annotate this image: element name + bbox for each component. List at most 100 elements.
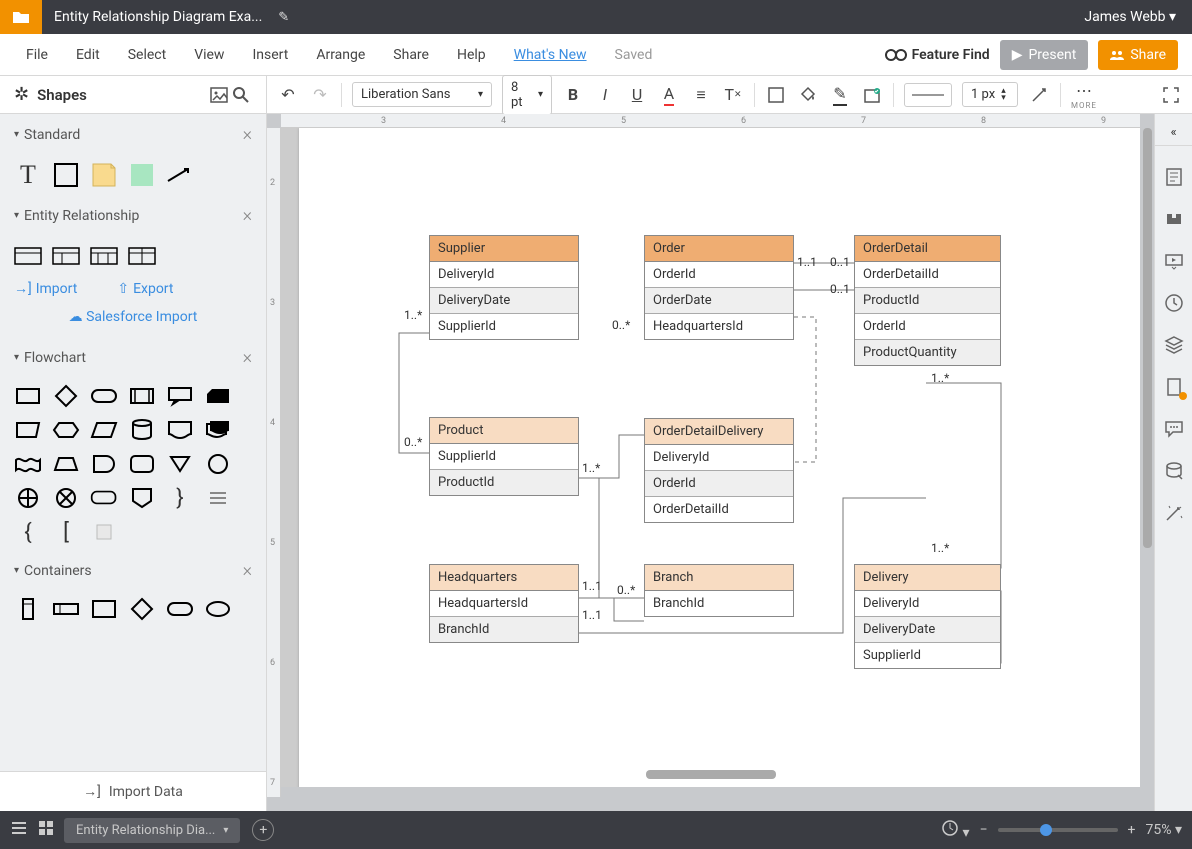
panel-er[interactable]: ▾Entity Relationship× (0, 195, 266, 236)
flow-sum[interactable] (14, 486, 42, 510)
flow-card[interactable] (204, 384, 232, 408)
zoom-in[interactable]: + (1128, 822, 1136, 838)
er-shape-2[interactable] (52, 244, 80, 268)
flow-d[interactable] (90, 452, 118, 476)
menu-file[interactable]: File (14, 41, 60, 69)
er-shape-3[interactable] (90, 244, 118, 268)
stroke-color-icon[interactable]: ✎ (829, 84, 851, 106)
clear-format-icon[interactable]: T✕ (722, 84, 744, 106)
canvas-area[interactable]: 3456789 234567 Supp (267, 114, 1154, 811)
block-shape[interactable] (128, 163, 156, 187)
h-scrollbar[interactable] (646, 770, 776, 779)
shape-style-icon[interactable] (861, 84, 883, 106)
collapse-icon[interactable]: « (1155, 120, 1192, 146)
gear-icon[interactable]: ✲ (14, 84, 29, 105)
autosave-icon[interactable]: ▾ (941, 819, 970, 841)
doc-title[interactable]: Entity Relationship Diagram Exa... (42, 9, 274, 25)
flow-terminal[interactable] (90, 384, 118, 408)
flow-parallel[interactable] (90, 418, 118, 442)
salesforce-link[interactable]: ☁ Salesforce Import (0, 309, 266, 337)
cont-2[interactable] (52, 597, 80, 621)
zoom-out[interactable]: − (980, 822, 988, 838)
entity-delivery[interactable]: Delivery DeliveryId DeliveryDate Supplie… (854, 564, 1001, 669)
import-link[interactable]: →] Import (14, 280, 77, 297)
page-tab[interactable]: Entity Relationship Dia...▾ (64, 818, 240, 843)
add-page-button[interactable]: + (252, 819, 274, 841)
panel-standard[interactable]: ▾Standard× (0, 114, 266, 155)
close-icon[interactable]: × (243, 205, 252, 226)
entity-branch[interactable]: Branch BranchId (644, 564, 794, 617)
panel-containers[interactable]: ▾Containers× (0, 550, 266, 591)
close-icon[interactable]: × (243, 347, 252, 368)
er-shape-1[interactable] (14, 244, 42, 268)
flow-docs[interactable] (204, 418, 232, 442)
panel-flowchart[interactable]: ▾Flowchart× (0, 337, 266, 378)
menu-view[interactable]: View (182, 41, 236, 69)
rect-shape[interactable] (52, 163, 80, 187)
zoom-slider[interactable] (998, 828, 1118, 832)
flow-tri[interactable] (166, 452, 194, 476)
flow-diamond[interactable] (52, 384, 80, 408)
actions-icon[interactable] (1163, 376, 1185, 398)
menu-edit[interactable]: Edit (64, 41, 112, 69)
history-icon[interactable] (1163, 292, 1185, 314)
folder-icon[interactable] (0, 0, 42, 34)
user-menu[interactable]: James Webb ▾ (1068, 9, 1192, 25)
cont-1[interactable] (14, 597, 42, 621)
menu-share[interactable]: Share (381, 41, 441, 69)
menu-arrange[interactable]: Arrange (304, 41, 377, 69)
more-icon[interactable]: ⋯ (1073, 79, 1095, 101)
entity-orderdetaildelivery[interactable]: OrderDetailDelivery DeliveryId OrderId O… (644, 418, 794, 523)
menu-whatsnew[interactable]: What's New (502, 41, 599, 69)
flow-trap[interactable] (52, 452, 80, 476)
list-view-icon[interactable] (10, 821, 28, 839)
flow-bracket[interactable]: [ (52, 520, 80, 544)
cont-3[interactable] (90, 597, 118, 621)
align-icon[interactable]: ≡ (690, 84, 712, 106)
menu-select[interactable]: Select (116, 41, 178, 69)
flow-shield[interactable] (128, 486, 156, 510)
flow-or[interactable] (52, 486, 80, 510)
close-icon[interactable]: × (243, 560, 252, 581)
flow-brace-l[interactable]: { (14, 520, 42, 544)
fullscreen-icon[interactable] (1160, 84, 1182, 106)
shape-box-icon[interactable] (765, 84, 787, 106)
flow-doc[interactable] (166, 418, 194, 442)
flow-brace-r[interactable]: } (166, 486, 194, 510)
flow-list[interactable] (204, 486, 232, 510)
arrow-shape[interactable] (166, 163, 194, 187)
flow-rect[interactable] (14, 384, 42, 408)
menu-help[interactable]: Help (445, 41, 498, 69)
note-shape[interactable] (90, 163, 118, 187)
entity-order[interactable]: Order OrderId OrderDate HeadquartersId (644, 235, 794, 340)
flow-manual[interactable] (14, 418, 42, 442)
v-scrollbar[interactable] (1143, 128, 1152, 548)
redo-icon[interactable]: ↷ (309, 84, 331, 106)
flow-stadium[interactable] (90, 486, 118, 510)
slides-icon[interactable] (1163, 250, 1185, 272)
cont-5[interactable] (166, 597, 194, 621)
italic-icon[interactable]: I (594, 84, 616, 106)
entity-orderdetail[interactable]: OrderDetail OrderDetailId ProductId Orde… (854, 235, 1001, 366)
image-icon[interactable] (208, 84, 230, 106)
cont-6[interactable] (204, 597, 232, 621)
connector-icon[interactable] (1028, 84, 1050, 106)
menu-insert[interactable]: Insert (240, 41, 300, 69)
size-select[interactable]: 8 pt▾ (502, 75, 552, 115)
layers-icon[interactable] (1163, 334, 1185, 356)
entity-headquarters[interactable]: Headquarters HeadquartersId BranchId (429, 564, 579, 643)
data-icon[interactable] (1163, 460, 1185, 482)
flow-round[interactable] (128, 452, 156, 476)
line-style-select[interactable] (904, 83, 952, 107)
font-select[interactable]: Liberation Sans▾ (352, 82, 492, 107)
entity-supplier[interactable]: Supplier DeliveryId DeliveryDate Supplie… (429, 235, 579, 340)
comment-icon[interactable] (1163, 208, 1185, 230)
close-icon[interactable]: × (243, 124, 252, 145)
flow-filled[interactable] (90, 520, 118, 544)
text-shape[interactable]: T (14, 163, 42, 187)
zoom-level[interactable]: 75% ▾ (1146, 822, 1183, 838)
page[interactable]: Supplier DeliveryId DeliveryDate Supplie… (299, 128, 1140, 787)
entity-product[interactable]: Product SupplierId ProductId (429, 417, 579, 496)
grid-view-icon[interactable] (38, 820, 54, 840)
pencil-icon[interactable]: ✎ (278, 10, 289, 25)
